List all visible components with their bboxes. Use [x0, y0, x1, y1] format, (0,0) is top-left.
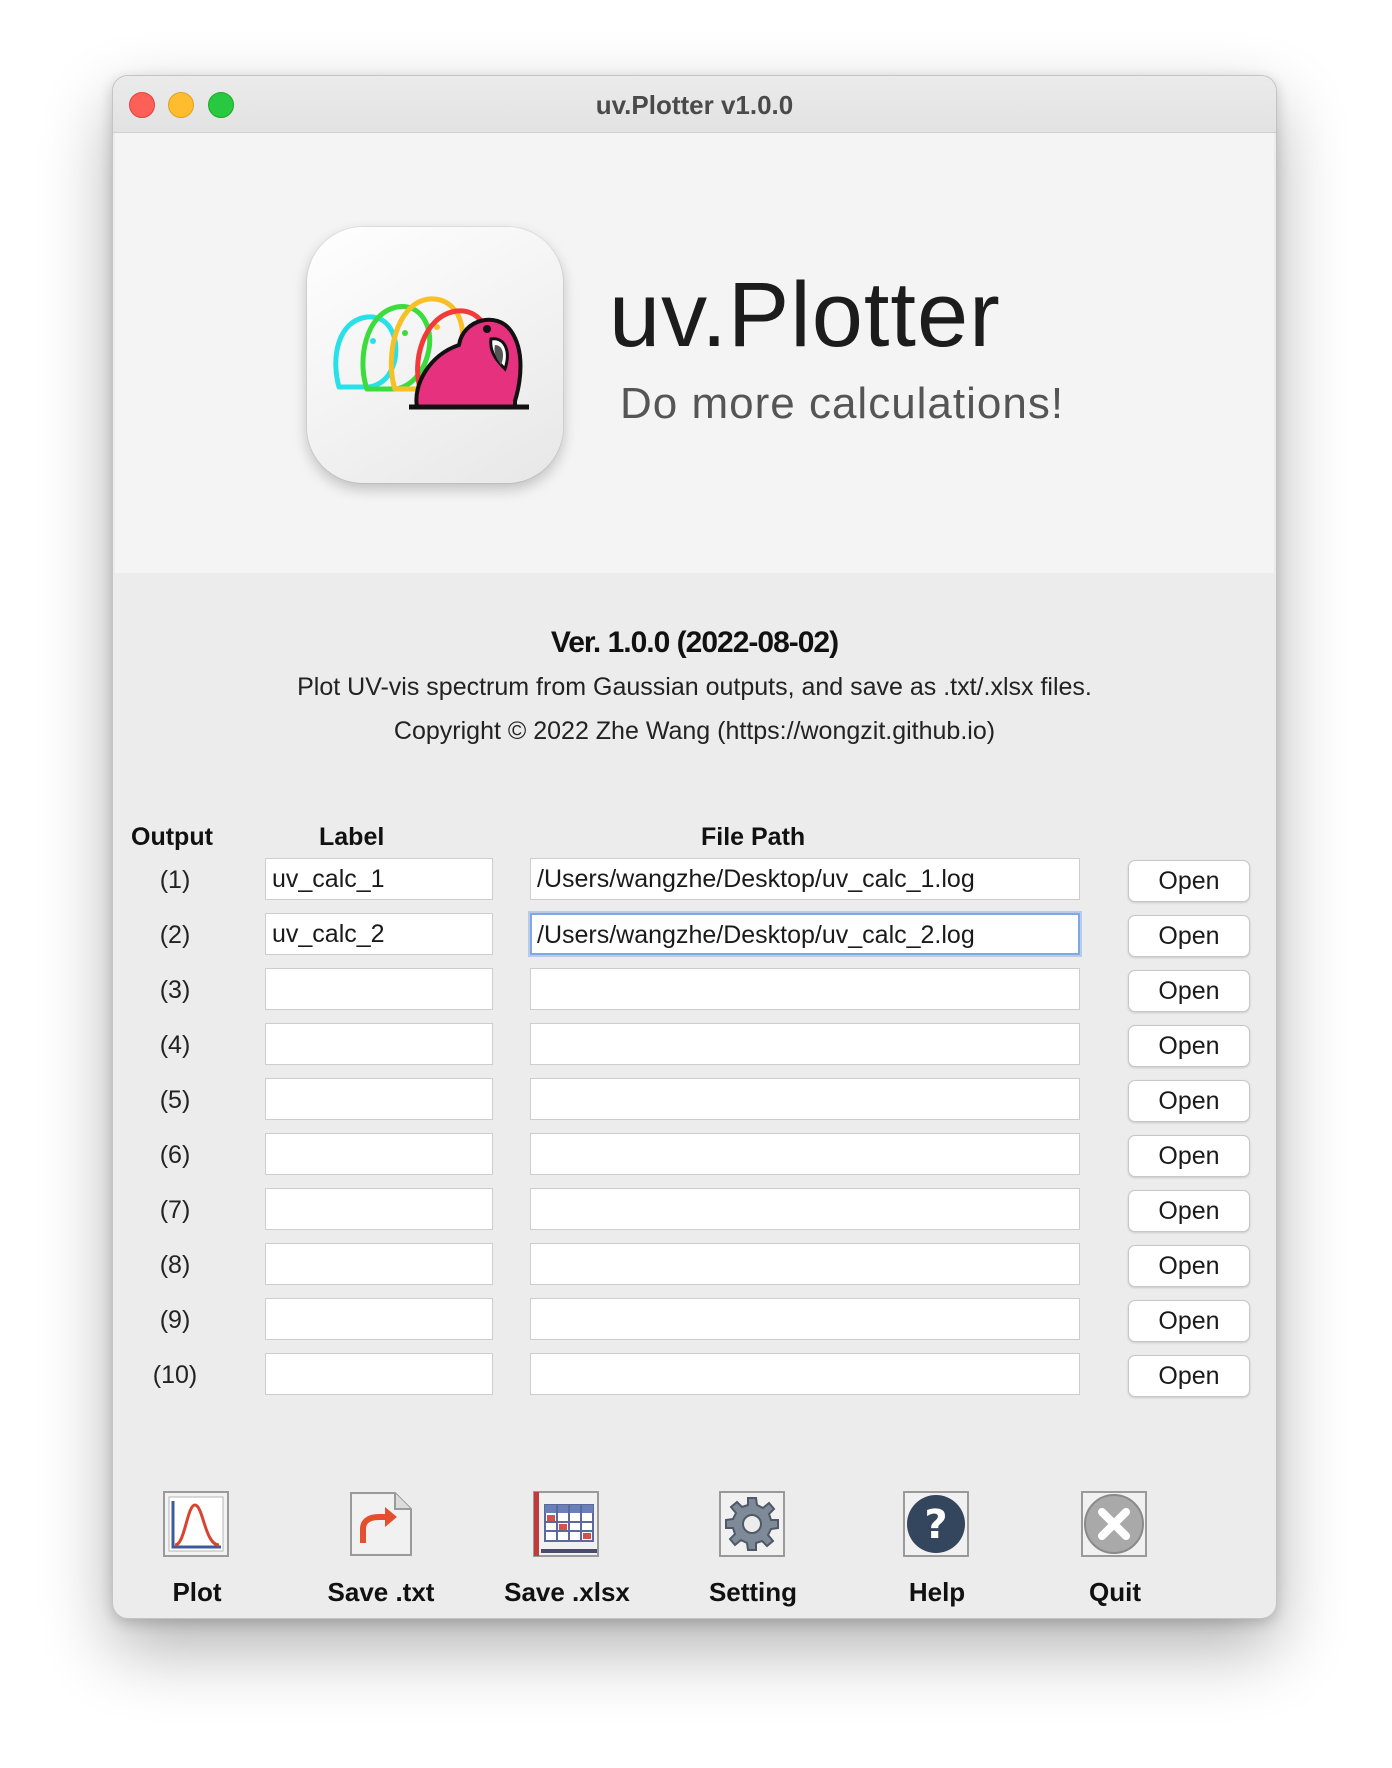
output-row-4: (4) Open [113, 1021, 1276, 1069]
output-row-7: (7) Open [113, 1186, 1276, 1234]
help-label: Help [908, 1577, 966, 1607]
file-path-input[interactable] [530, 1298, 1080, 1340]
row-number: (4) [159, 1031, 191, 1059]
file-path-input[interactable] [530, 968, 1080, 1010]
label-input[interactable] [265, 1188, 493, 1230]
save-xlsx-icon [533, 1491, 599, 1557]
open-file-button[interactable]: Open [1128, 860, 1250, 902]
open-file-button[interactable]: Open [1128, 970, 1250, 1012]
label-input[interactable]: uv_calc_1 [265, 858, 493, 900]
file-path-input[interactable]: /Users/wangzhe/Desktop/uv_calc_1.log [530, 858, 1080, 900]
save-xlsx-label: Save .xlsx [504, 1577, 630, 1607]
row-number: (9) [159, 1306, 191, 1334]
row-number: (3) [159, 976, 191, 1004]
description-text: Plot UV-vis spectrum from Gaussian outpu… [297, 673, 1092, 701]
file-path-input[interactable]: /Users/wangzhe/Desktop/uv_calc_2.log [530, 913, 1080, 955]
label-column-header: Label [319, 823, 385, 851]
output-column-header: Output [131, 823, 213, 851]
title-bar[interactable]: uv.Plotter v1.0.0 [113, 76, 1276, 133]
output-row-9: (9) Open [113, 1296, 1276, 1344]
plot-label: Plot [172, 1577, 222, 1607]
file-path-input[interactable] [530, 1023, 1080, 1065]
open-file-button[interactable]: Open [1128, 1300, 1250, 1342]
file-path-input[interactable] [530, 1078, 1080, 1120]
file-path-input[interactable] [530, 1243, 1080, 1285]
help-icon: ? [903, 1491, 969, 1557]
quit-button[interactable]: Quit [1035, 1491, 1195, 1611]
label-input[interactable] [265, 1353, 493, 1395]
output-row-8: (8) Open [113, 1241, 1276, 1289]
label-input[interactable]: uv_calc_2 [265, 913, 493, 955]
gear-icon [719, 1491, 785, 1557]
label-input[interactable] [265, 1023, 493, 1065]
row-number: (8) [159, 1251, 191, 1279]
save-txt-icon [347, 1491, 413, 1557]
label-input[interactable] [265, 968, 493, 1010]
setting-label: Setting [708, 1577, 798, 1607]
output-row-2: (2) uv_calc_2 /Users/wangzhe/Desktop/uv_… [113, 911, 1276, 959]
plot-icon [163, 1491, 229, 1557]
output-row-6: (6) Open [113, 1131, 1276, 1179]
row-number: (2) [159, 921, 191, 949]
svg-text:?: ? [924, 1502, 947, 1548]
label-input[interactable] [265, 1298, 493, 1340]
save-txt-button[interactable]: Save .txt [301, 1491, 461, 1611]
row-number: (5) [159, 1086, 191, 1114]
row-number: (7) [159, 1196, 191, 1224]
file-path-input[interactable] [530, 1133, 1080, 1175]
open-file-button[interactable]: Open [1128, 1190, 1250, 1232]
open-file-button[interactable]: Open [1128, 1025, 1250, 1067]
row-number: (1) [159, 866, 191, 894]
row-number: (6) [159, 1141, 191, 1169]
window-title: uv.Plotter v1.0.0 [595, 90, 794, 120]
quit-icon [1081, 1491, 1147, 1557]
file-path-input[interactable] [530, 1353, 1080, 1395]
quit-label: Quit [1089, 1577, 1141, 1607]
parrot-logo-icon [307, 227, 563, 483]
open-file-button[interactable]: Open [1128, 915, 1250, 957]
copyright-text: Copyright © 2022 Zhe Wang (https://wongz… [393, 717, 996, 745]
app-tagline: Do more calculations! [620, 379, 1065, 428]
app-window: uv.Plotter v1.0.0 uv.Plotter Do more cal… [112, 75, 1277, 1619]
output-row-1: (1) uv_calc_1 /Users/wangzhe/Desktop/uv_… [113, 856, 1276, 904]
plot-button[interactable]: Plot [117, 1491, 277, 1611]
help-button[interactable]: ? Help [857, 1491, 1017, 1611]
label-input[interactable] [265, 1243, 493, 1285]
version-text: Ver. 1.0.0 (2022-08-02) [550, 626, 839, 659]
save-xlsx-button[interactable]: Save .xlsx [487, 1491, 647, 1611]
app-name: uv.Plotter [609, 264, 1001, 366]
save-txt-label: Save .txt [327, 1577, 435, 1607]
open-file-button[interactable]: Open [1128, 1080, 1250, 1122]
open-file-button[interactable]: Open [1128, 1245, 1250, 1287]
banner: uv.Plotter Do more calculations! [115, 133, 1274, 573]
file-path-column-header: File Path [701, 823, 806, 851]
label-input[interactable] [265, 1133, 493, 1175]
file-path-input[interactable] [530, 1188, 1080, 1230]
output-row-3: (3) Open [113, 966, 1276, 1014]
output-row-10: (10) Open [113, 1351, 1276, 1399]
output-row-5: (5) Open [113, 1076, 1276, 1124]
open-file-button[interactable]: Open [1128, 1135, 1250, 1177]
label-input[interactable] [265, 1078, 493, 1120]
setting-button[interactable]: Setting [673, 1491, 833, 1611]
row-number: (10) [152, 1361, 198, 1389]
open-file-button[interactable]: Open [1128, 1355, 1250, 1397]
